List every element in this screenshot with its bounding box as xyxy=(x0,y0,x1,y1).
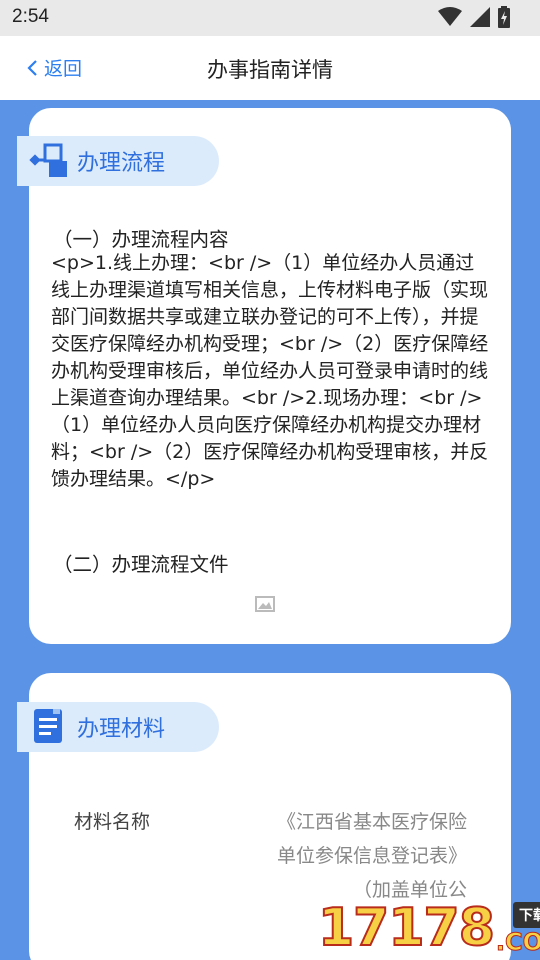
wifi-icon xyxy=(438,7,462,26)
watermark-digits: 17178 xyxy=(317,898,496,958)
broken-image-icon xyxy=(255,596,275,616)
signal-icon xyxy=(470,7,490,27)
process-card: 办理流程 （一）办理流程内容 <p>1.线上办理：<br />（1）单位经办人员… xyxy=(17,108,511,644)
process-heading-2: （二）办理流程文件 xyxy=(53,553,229,576)
material-name-value: 《江西省基本医疗保险单位参保信息登记表》（加盖单位公 xyxy=(277,811,468,901)
materials-section-header: 办理材料 xyxy=(17,702,219,752)
watermark-com: .COM xyxy=(495,928,540,957)
page-title: 办事指南详情 xyxy=(207,58,333,82)
process-section-header: 办理流程 xyxy=(17,136,219,186)
document-list-icon xyxy=(27,707,71,747)
material-name-label: 材料名称 xyxy=(74,811,151,833)
materials-section-title: 办理材料 xyxy=(77,717,166,742)
process-heading-1: （一）办理流程内容 xyxy=(53,228,229,251)
status-icons xyxy=(438,6,510,28)
battery-icon xyxy=(498,6,510,28)
process-content: <p>1.线上办理：<br />（1）单位经办人员通过线上办理渠道填写相关信息，… xyxy=(51,252,489,490)
watermark-download: 下载站 xyxy=(512,902,540,928)
nav-bar: 返回 办事指南详情 xyxy=(0,36,540,100)
flowchart-icon xyxy=(27,141,71,181)
status-bar: 2:54 xyxy=(0,0,540,36)
process-section-title: 办理流程 xyxy=(77,151,166,176)
watermark-logo: 17178 下载站 .COM xyxy=(317,898,540,958)
status-time: 2:54 xyxy=(12,6,49,27)
